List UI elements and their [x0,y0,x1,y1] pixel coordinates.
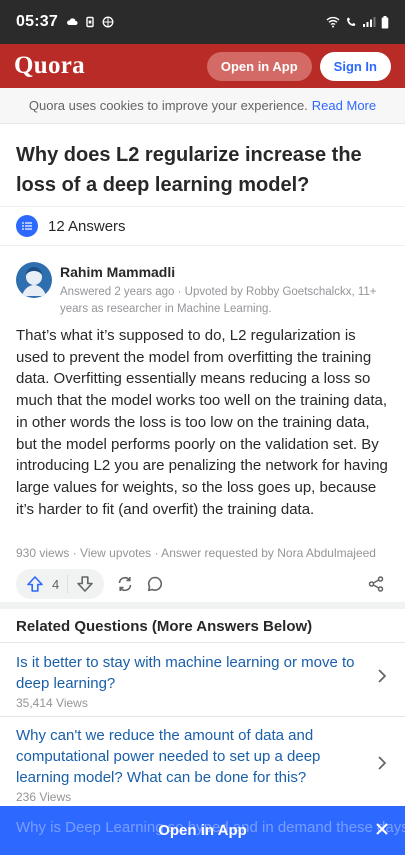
question-title: Why does L2 regularize increase the loss… [16,144,362,196]
status-system-icons [326,15,389,29]
site-header: Quora Open in App Sign In [0,44,405,88]
related-question-item[interactable]: Why can't we reduce the amount of data a… [0,725,405,804]
chevron-right-icon [378,669,387,683]
answer-author: Rahim Mammadli Answered 2 years ago · Up… [16,262,391,318]
divider [0,642,405,643]
sim-icon [86,16,94,28]
upvote-icon[interactable] [26,575,44,593]
vote-pill: 4 [16,569,105,599]
comment-icon[interactable] [140,569,170,599]
share-reshare-icon[interactable] [110,569,140,599]
sign-in-button[interactable]: Sign In [319,51,391,81]
answers-count-row[interactable]: 12 Answers [0,206,405,246]
wifi-icon [326,16,340,28]
related-question-link[interactable]: Why can't we reduce the amount of data a… [16,725,356,788]
answer-actions: 4 [16,568,391,600]
section-divider [0,602,405,609]
answer-meta: Answered 2 years ago · Upvoted by Robby … [60,286,377,315]
open-in-app-bar[interactable]: Why is Deep Learning so hyped and in dem… [0,806,405,855]
close-icon[interactable] [375,822,389,836]
call-icon [347,17,356,26]
open-in-app-button[interactable]: Open in App [206,51,312,81]
divider [0,716,405,717]
signal-icon [363,17,376,27]
answer-body: That’s what it’s supposed to do, L2 regu… [16,327,388,518]
quora-logo[interactable]: Quora [14,52,85,80]
author-name[interactable]: Rahim Mammadli [60,263,391,281]
cookie-banner: Quora uses cookies to improve your exper… [0,88,405,124]
related-question-views: 236 Views [16,790,72,804]
avatar-icon [22,267,46,296]
status-time: 05:37 [16,13,58,30]
answers-count: 12 Answers [48,217,126,235]
read-more-link[interactable]: Read More [312,98,376,113]
author-avatar[interactable] [16,262,52,298]
open-in-app-bottom-button[interactable]: Open in App [158,822,247,839]
status-notification-icons [66,16,114,28]
status-bar: 05:37 [0,0,405,44]
share-icon[interactable] [361,569,391,599]
related-question-link[interactable]: Is it better to stay with machine learni… [16,652,356,694]
battery-icon [381,15,389,28]
related-question-item[interactable]: Is it better to stay with machine learni… [0,652,405,710]
vote-divider [67,575,69,593]
downvote-icon[interactable] [76,575,94,593]
related-questions-title: Related Questions (More Answers Below) [16,618,313,635]
answer-stats: 930 views · View upvotes · Answer reques… [16,546,376,560]
cloud-icon [66,18,78,25]
upvote-count: 4 [52,576,60,592]
list-icon [16,215,38,237]
related-question-views: 35,414 Views [16,696,88,710]
chevron-right-icon [378,756,387,770]
basketball-icon [102,16,114,28]
cookie-text: Quora uses cookies to improve your exper… [28,98,308,113]
